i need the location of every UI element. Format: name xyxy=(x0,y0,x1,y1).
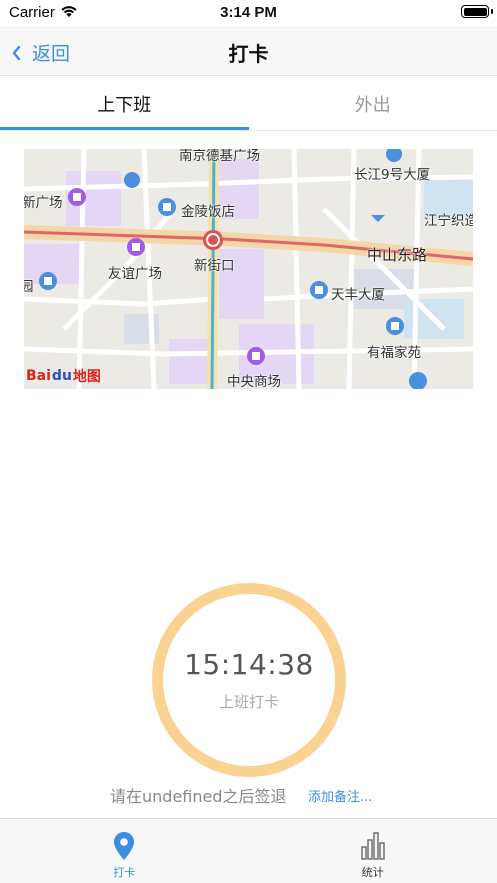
baidu-map-logo: Bai du 地图 xyxy=(26,368,101,385)
map-label-tianfeng: 天丰大厦 xyxy=(331,287,385,303)
map-label-deji: 南京德基广场 xyxy=(179,149,260,164)
bar-chart-icon xyxy=(361,832,385,860)
location-pin-icon xyxy=(114,832,135,860)
clock-time: 15:14:38 xyxy=(184,648,314,681)
map-label-jinling-hotel: 金陵饭店 xyxy=(181,204,235,220)
tab-indicator xyxy=(0,127,249,130)
navigation-bar: 返回 打卡 xyxy=(0,26,497,76)
map-view[interactable]: 南京德基广场 长江9号大厦 新广场 金陵饭店 江宁织造 中山东路 友谊广场 新街… xyxy=(24,149,473,389)
battery-tip xyxy=(491,9,493,14)
bottom-tab-label: 打卡 xyxy=(113,866,136,879)
map-label-youyi-plaza: 友谊广场 xyxy=(108,266,162,282)
bottom-tab-bar: 打卡 统计 xyxy=(0,818,497,883)
clock-action-label: 上班打卡 xyxy=(218,693,279,711)
map-label-xinjiekou: 新街口 xyxy=(194,258,235,274)
tab-commute[interactable]: 上下班 xyxy=(0,77,249,130)
map-label-zhongshan-road: 中山东路 xyxy=(367,246,428,264)
bottom-tab-clock-in[interactable]: 打卡 xyxy=(0,819,249,883)
map-label-yuan: 园 xyxy=(24,279,34,295)
bottom-tab-label: 统计 xyxy=(361,866,384,879)
back-label: 返回 xyxy=(32,43,71,65)
map-label-xin-guangchang: 新广场 xyxy=(24,195,63,211)
page-title: 打卡 xyxy=(228,42,269,66)
battery-icon xyxy=(461,5,489,18)
status-bar: Carrier 3:14 PM xyxy=(0,0,497,26)
add-note-link[interactable]: 添加备注... xyxy=(308,786,372,805)
map-label-zhongyang-mall: 中央商场 xyxy=(227,374,281,389)
back-button[interactable]: 返回 xyxy=(10,39,70,66)
status-time: 3:14 PM xyxy=(220,4,277,21)
clock-in-button[interactable]: 15:14:38 上班打卡 xyxy=(152,583,346,777)
checkout-hint: 请在undefined之后签退 xyxy=(110,787,287,806)
map-label-changjiang9: 长江9号大厦 xyxy=(354,167,431,183)
tab-outing[interactable]: 外出 xyxy=(249,77,497,130)
map-label-youfu: 有福家苑 xyxy=(367,345,421,361)
map-label-jiangning: 江宁织造 xyxy=(424,213,473,229)
chevron-left-icon xyxy=(12,45,21,60)
tab-bar: 上下班 外出 xyxy=(0,77,497,131)
bottom-tab-statistics[interactable]: 统计 xyxy=(249,819,497,883)
